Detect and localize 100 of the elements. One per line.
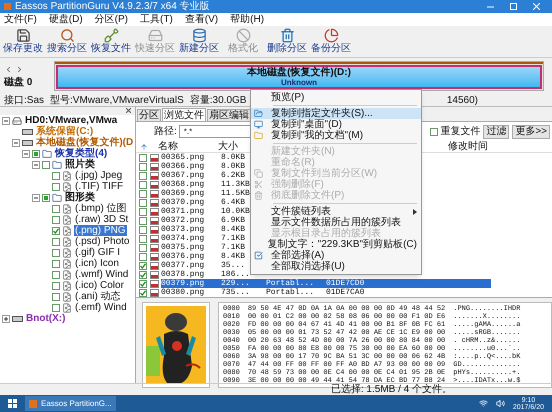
checkbox[interactable] bbox=[139, 180, 147, 188]
tree-item[interactable]: (.png) PNG bbox=[74, 225, 127, 236]
collapse-icon[interactable] bbox=[2, 116, 10, 124]
menu-item[interactable]: 预览(P) bbox=[251, 92, 421, 103]
tree-item[interactable]: 本地磁盘(恢复文件)(D bbox=[35, 137, 134, 148]
checkbox[interactable] bbox=[139, 172, 147, 180]
checkbox[interactable] bbox=[139, 234, 147, 242]
checkbox[interactable] bbox=[139, 244, 147, 252]
file-icon bbox=[62, 258, 72, 268]
menu-item[interactable]: 复制文字："229.3KB"到剪贴板(C) bbox=[251, 239, 421, 250]
table-cell: 01DE7CD0 bbox=[326, 279, 364, 288]
checkbox[interactable] bbox=[52, 292, 60, 300]
column-header[interactable]: 大小 bbox=[218, 141, 253, 152]
checkbox[interactable] bbox=[139, 216, 147, 224]
network-icon[interactable] bbox=[478, 399, 488, 408]
checkbox[interactable] bbox=[52, 238, 60, 246]
checkbox[interactable] bbox=[32, 150, 40, 158]
checkbox[interactable] bbox=[430, 128, 438, 136]
tree-item[interactable]: 系统保留(C:) bbox=[35, 126, 94, 137]
file-row[interactable]: 00379.png 229... Portabl... 01DE7CD0 bbox=[161, 279, 491, 288]
expand-icon[interactable] bbox=[2, 314, 10, 322]
collapse-icon[interactable] bbox=[32, 194, 40, 202]
windows-icon[interactable] bbox=[8, 399, 17, 408]
tree-item[interactable]: (.ico) Color bbox=[74, 280, 125, 291]
menu-item[interactable]: 工具(T) bbox=[140, 14, 173, 26]
pie-chart-icon bbox=[324, 28, 338, 43]
file-row[interactable]: 00380.png 735... Portabl... 01DE7CA0 bbox=[161, 288, 364, 297]
toolbar-button[interactable]: 备份分区 bbox=[310, 28, 352, 55]
tree-item[interactable]: (.bmp) 位图 bbox=[74, 203, 128, 214]
menu-item[interactable]: 文件(F) bbox=[4, 14, 37, 26]
checkbox[interactable] bbox=[52, 182, 60, 190]
checkbox[interactable] bbox=[52, 260, 60, 268]
checkbox[interactable] bbox=[139, 262, 147, 270]
checkbox[interactable] bbox=[139, 154, 147, 162]
close-icon[interactable] bbox=[126, 108, 131, 113]
checkbox[interactable] bbox=[52, 204, 60, 212]
tab[interactable]: 浏览文件 bbox=[162, 108, 206, 121]
checkbox[interactable] bbox=[52, 304, 60, 312]
collapse-icon[interactable] bbox=[32, 160, 40, 168]
column-header[interactable]: 修改时间 bbox=[448, 141, 488, 152]
checkbox[interactable] bbox=[42, 160, 50, 168]
tab[interactable]: 分区 bbox=[137, 109, 161, 121]
checkbox[interactable] bbox=[52, 226, 60, 234]
menu-item[interactable]: 分区(P) bbox=[94, 14, 128, 26]
menu-item[interactable]: 文件簇链列表 bbox=[251, 206, 421, 217]
filter-button[interactable]: 过滤 bbox=[483, 124, 510, 138]
tree-item[interactable]: (.jpg) Jpeg bbox=[74, 170, 124, 181]
tree-item[interactable]: 照片类 bbox=[64, 159, 96, 170]
tree-item[interactable]: 恢复类型(4) bbox=[54, 148, 108, 159]
tree-item[interactable]: Bnot(X:) bbox=[25, 313, 66, 324]
drive-icon bbox=[148, 28, 162, 43]
menu-item[interactable]: 复制到指定文件夹(S)... bbox=[251, 108, 421, 119]
collapse-icon[interactable] bbox=[12, 138, 20, 146]
toolbar-button[interactable]: 保存更改 bbox=[2, 28, 44, 55]
checkbox[interactable] bbox=[139, 252, 147, 260]
tree-item[interactable]: (.raw) 3D St bbox=[74, 214, 130, 225]
tree-item[interactable]: (.ani) 动态 bbox=[74, 291, 122, 302]
file-name: 00367.png bbox=[161, 171, 206, 180]
toolbar-button[interactable]: 搜索分区 bbox=[46, 28, 88, 55]
tree-item[interactable]: (.psd) Photo bbox=[74, 236, 130, 247]
taskbar-app-button[interactable]: Eassos PartitionG... bbox=[25, 396, 116, 411]
menu-item[interactable]: 帮助(H) bbox=[230, 14, 264, 26]
menu-item[interactable]: 全部选择(A) bbox=[251, 250, 421, 261]
volume-icon[interactable] bbox=[496, 399, 505, 408]
tab[interactable]: 扇区编辑 bbox=[207, 109, 251, 121]
menu-item[interactable]: 硬盘(D) bbox=[48, 14, 83, 26]
file-icon bbox=[62, 182, 72, 192]
checkbox[interactable] bbox=[139, 198, 147, 206]
tree-item[interactable]: (.gif) GIF I bbox=[74, 247, 121, 258]
tree-item[interactable]: (.wmf) Wind bbox=[74, 269, 130, 280]
up-arrow-icon[interactable] bbox=[140, 142, 148, 150]
column-header[interactable]: 名称 bbox=[158, 141, 218, 152]
checkbox[interactable] bbox=[139, 288, 147, 296]
toolbar-button[interactable]: 新建分区 bbox=[178, 28, 220, 55]
checkbox[interactable] bbox=[52, 270, 60, 278]
tree-item[interactable]: (.TIF) TIFF bbox=[74, 181, 124, 192]
checkbox[interactable] bbox=[52, 172, 60, 180]
checkbox[interactable] bbox=[139, 162, 147, 170]
maximize-icon[interactable] bbox=[510, 3, 517, 10]
checkbox[interactable] bbox=[139, 280, 147, 288]
toolbar-button[interactable]: 删除分区 bbox=[266, 28, 308, 55]
checkbox[interactable] bbox=[52, 216, 60, 224]
checkbox[interactable] bbox=[52, 282, 60, 290]
tree-item[interactable]: 图形类 bbox=[64, 192, 96, 203]
tree-item[interactable]: HD0:VMware,VMwa bbox=[24, 115, 118, 126]
checkbox[interactable] bbox=[52, 248, 60, 256]
tree-item[interactable]: (.emf) Wind bbox=[74, 302, 128, 313]
tree-item[interactable]: (.icn) Icon bbox=[74, 258, 120, 269]
collapse-icon[interactable] bbox=[22, 150, 30, 158]
checkbox[interactable] bbox=[139, 226, 147, 234]
checkbox[interactable] bbox=[139, 190, 147, 198]
checkbox[interactable] bbox=[139, 208, 147, 216]
toolbar-button[interactable]: 恢复文件 bbox=[90, 28, 132, 55]
filter-button[interactable]: 更多>> bbox=[512, 124, 550, 138]
file-size: 186... bbox=[221, 270, 251, 279]
menu-item[interactable]: 查看(V) bbox=[184, 14, 218, 26]
checkbox[interactable] bbox=[42, 194, 50, 202]
menu-item[interactable]: 显示文件数据所占用的簇列表 bbox=[251, 217, 421, 228]
checkbox[interactable] bbox=[139, 270, 147, 278]
menu-item[interactable]: 全部取消选择(U) bbox=[251, 261, 421, 272]
